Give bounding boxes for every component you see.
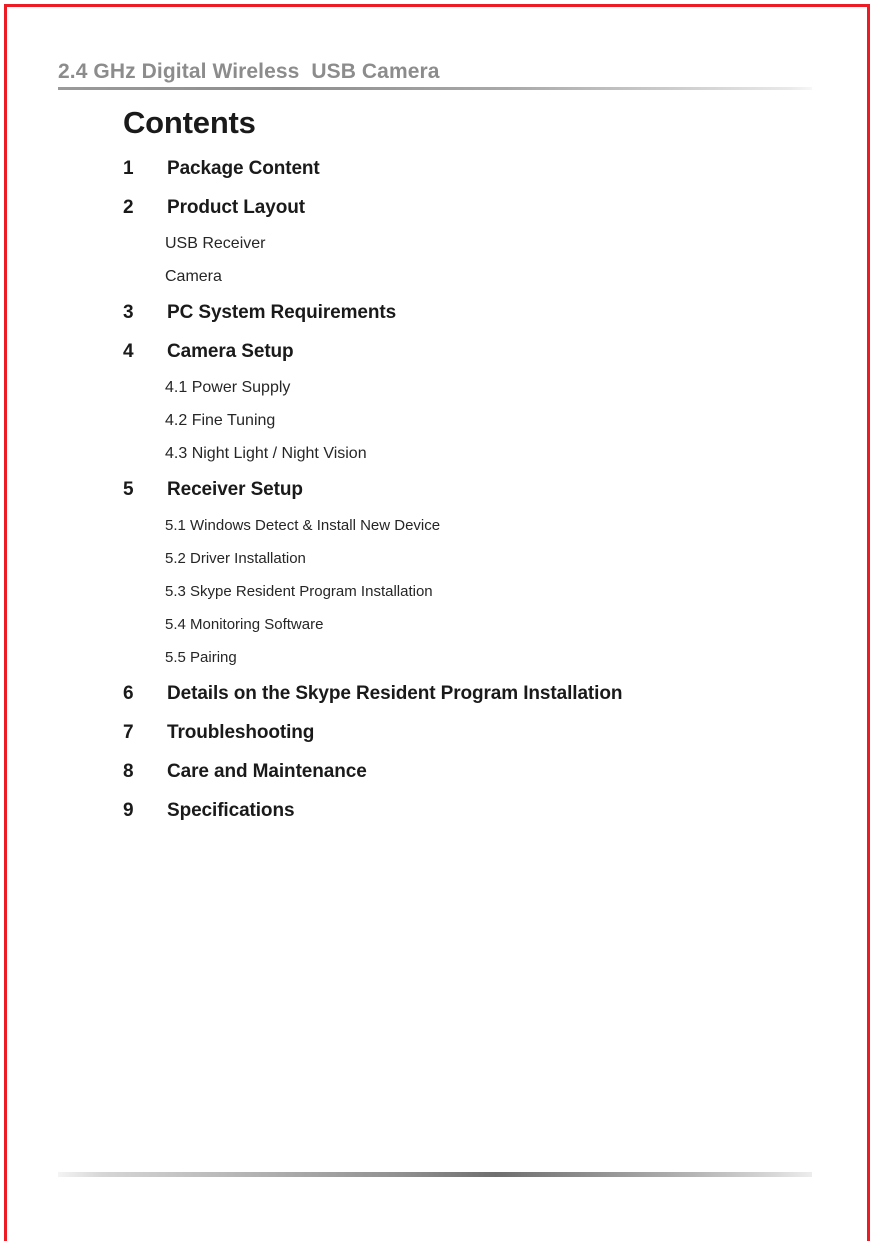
toc-entry[interactable]: 1 Package Content [123, 149, 823, 188]
toc-entry-number: 9 [123, 800, 134, 821]
toc-entry-label: Details on the Skype Resident Program In… [167, 683, 623, 704]
toc-subentry[interactable]: 5.3 Skype Resident Program Installation [123, 575, 823, 608]
toc-entry-label: Package Content [167, 158, 320, 179]
toc-subentry-label: 4.3 Night Light / Night Vision [165, 445, 367, 462]
toc-subentry-label: 5.2 Driver Installation [165, 550, 306, 567]
toc-entry-label: Receiver Setup [167, 479, 303, 500]
toc-entry[interactable]: 9 Specifications [123, 791, 823, 830]
toc-entry-label: Care and Maintenance [167, 761, 367, 782]
toc-subentry-label: 5.4 Monitoring Software [165, 616, 324, 633]
toc-entry-number: 6 [123, 683, 134, 704]
toc-subentry[interactable]: 5.5 Pairing [123, 641, 823, 674]
header-rule [58, 87, 812, 90]
toc-entry[interactable]: 5 Receiver Setup [123, 470, 823, 509]
footer-rule [58, 1172, 812, 1177]
toc-entry[interactable]: 4 Camera Setup [123, 332, 823, 371]
toc-entry[interactable]: 2 Product Layout [123, 188, 823, 227]
toc-subentry[interactable]: 4.2 Fine Tuning [123, 404, 823, 437]
toc-subentry[interactable]: 5.2 Driver Installation [123, 542, 823, 575]
toc-entry[interactable]: 3 PC System Requirements [123, 293, 823, 332]
toc-subentry-label: USB Receiver [165, 235, 266, 252]
document-page: 2.4 GHz Digital Wireless USB Camera Cont… [0, 0, 874, 1241]
toc-subentry[interactable]: 4.1 Power Supply [123, 371, 823, 404]
toc-entry[interactable]: 8 Care and Maintenance [123, 752, 823, 791]
toc-entry-number: 3 [123, 302, 134, 323]
toc-entry-number: 1 [123, 158, 134, 179]
toc-entry-number: 5 [123, 479, 134, 500]
toc-subentry[interactable]: 5.4 Monitoring Software [123, 608, 823, 641]
header-title: 2.4 GHz Digital Wireless USB Camera [58, 60, 440, 83]
toc-subentry[interactable]: USB Receiver [123, 227, 823, 260]
toc-entry-label: Specifications [167, 800, 295, 821]
toc-entry-label: Product Layout [167, 197, 305, 218]
toc-subentry[interactable]: Camera [123, 260, 823, 293]
toc-entry-number: 4 [123, 341, 134, 362]
toc-entry-number: 7 [123, 722, 134, 743]
running-header: 2.4 GHz Digital Wireless USB Camera [58, 59, 814, 90]
toc-entry[interactable]: 6 Details on the Skype Resident Program … [123, 674, 823, 713]
toc-entry-label: PC System Requirements [167, 302, 397, 323]
toc-subentry-label: 4.1 Power Supply [165, 379, 291, 396]
toc-subentry[interactable]: 4.3 Night Light / Night Vision [123, 437, 823, 470]
page-content: Contents 1 Package Content 2 Product Lay… [123, 104, 823, 830]
toc-subentry-label: Camera [165, 268, 222, 285]
toc-entry-number: 2 [123, 197, 134, 218]
toc-entry-number: 8 [123, 761, 134, 782]
table-of-contents: 1 Package Content 2 Product Layout USB R… [123, 149, 823, 830]
toc-entry[interactable]: 7 Troubleshooting [123, 713, 823, 752]
toc-entry-label: Troubleshooting [167, 722, 315, 743]
toc-subentry[interactable]: 5.1 Windows Detect & Install New Device [123, 509, 823, 542]
page-title: Contents [123, 105, 256, 140]
toc-subentry-label: 5.1 Windows Detect & Install New Device [165, 517, 441, 534]
toc-subentry-label: 5.3 Skype Resident Program Installation [165, 583, 433, 600]
toc-entry-label: Camera Setup [167, 341, 294, 362]
toc-subentry-label: 4.2 Fine Tuning [165, 412, 276, 429]
toc-subentry-label: 5.5 Pairing [165, 649, 237, 666]
